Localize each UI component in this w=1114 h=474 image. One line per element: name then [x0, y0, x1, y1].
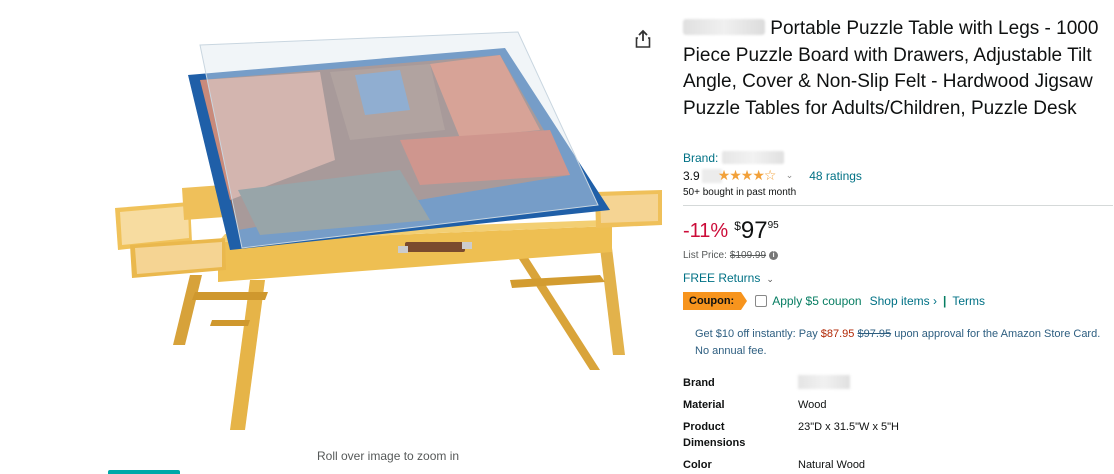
- info-icon[interactable]: i: [769, 251, 779, 260]
- chevron-down-icon: ⌄: [766, 274, 774, 284]
- price-row: -11% $ 97 95: [683, 218, 779, 244]
- list-price: List Price: $109.99 i: [683, 250, 779, 261]
- discount-percent: -11%: [683, 220, 729, 242]
- divider: [683, 205, 1113, 206]
- product-image[interactable]: [100, 20, 680, 440]
- coupon-badge: Coupon:: [683, 292, 748, 310]
- rating-value: 3.9: [683, 168, 700, 183]
- product-image-area: Roll over image to zoom in: [0, 0, 675, 474]
- redacted-brand-name: [721, 151, 784, 164]
- coupon-checkbox[interactable]: [755, 295, 768, 307]
- product-title: Portable Puzzle Table with Legs - 1000 P…: [683, 18, 1099, 119]
- redacted-brand-value: [798, 375, 850, 389]
- coupon-row: Coupon: Apply $5 coupon Shop items › | T…: [683, 292, 985, 310]
- free-returns-link[interactable]: FREE Returns ⌄: [683, 271, 774, 285]
- star-rating[interactable]: ★★★★☆: [701, 166, 778, 183]
- ratings-link[interactable]: 48 ratings: [809, 169, 862, 183]
- shop-items-link[interactable]: Shop items ›: [870, 294, 937, 308]
- price: $ 97 95: [734, 217, 779, 244]
- terms-link[interactable]: Terms: [952, 294, 985, 308]
- store-card-offer[interactable]: Get $10 off instantly: Pay $87.95 $97.95…: [695, 326, 1107, 360]
- star-icons: ★★★★☆: [717, 166, 777, 183]
- share-icon[interactable]: [632, 28, 654, 50]
- redacted-brand: [683, 19, 765, 35]
- coupon-separator: |: [942, 294, 947, 308]
- apply-coupon-label[interactable]: Apply $5 coupon: [772, 294, 861, 308]
- chevron-down-icon[interactable]: ⌄: [786, 170, 794, 181]
- thumbnail-indicator: [108, 470, 180, 474]
- bought-past-month: 50+ bought in past month: [683, 187, 797, 198]
- rating-row: 3.9 ★★★★☆ ⌄ 48 ratings: [683, 166, 862, 183]
- brand-line[interactable]: Brand:: [683, 151, 784, 165]
- zoom-hint: Roll over image to zoom in: [317, 449, 460, 463]
